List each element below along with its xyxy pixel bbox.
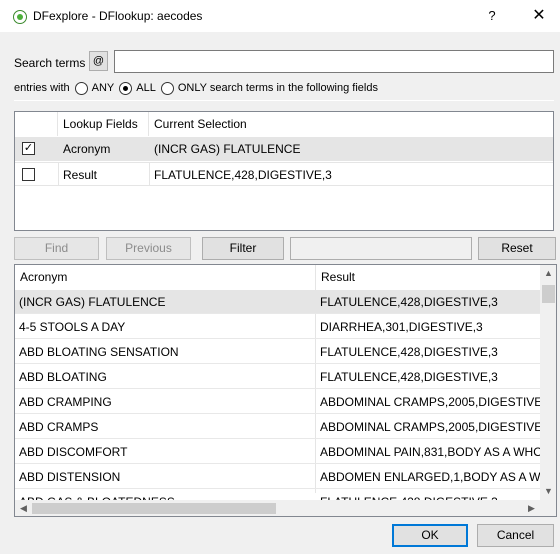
radio-all[interactable] xyxy=(119,81,133,95)
table-row[interactable]: ABD DISCOMFORT ABDOMINAL PAIN,831,BODY A… xyxy=(15,440,540,464)
scrollbar-corner xyxy=(540,500,556,516)
search-terms-label: Search terms xyxy=(14,56,86,70)
acronym-cell: (INCR GAS) FLATULENCE xyxy=(19,295,166,309)
horizontal-scrollbar[interactable]: ◀ ▶ xyxy=(15,500,540,516)
current-selection-column-header[interactable]: Current Selection xyxy=(149,112,349,136)
column-divider xyxy=(149,137,150,161)
table-row[interactable]: ABD CRAMPING ABDOMINAL CRAMPS,2005,DIGES… xyxy=(15,390,540,414)
acronym-cell: ABD BLOATING xyxy=(19,370,107,384)
ok-button[interactable]: OK xyxy=(392,524,468,547)
result-cell: FLATULENCE,428,DIGESTIVE,3 xyxy=(320,295,498,309)
result-cell: ABDOMEN ENLARGED,1,BODY AS A WHOLE,1 xyxy=(320,470,540,484)
acronym-cell: 4-5 STOOLS A DAY xyxy=(19,320,126,334)
checkbox-column-header xyxy=(15,112,58,136)
table-row[interactable]: ABD BLOATING SENSATION FLATULENCE,428,DI… xyxy=(15,340,540,364)
previous-button[interactable]: Previous xyxy=(106,237,191,260)
at-button[interactable]: @ xyxy=(89,51,108,71)
help-button[interactable]: ? xyxy=(480,5,504,27)
lookup-fields-header: Lookup Fields Current Selection xyxy=(15,112,553,136)
table-row[interactable]: (INCR GAS) FLATULENCE FLATULENCE,428,DIG… xyxy=(15,290,540,314)
reset-button[interactable]: Reset xyxy=(478,237,556,260)
table-row[interactable]: ABD BLOATING FLATULENCE,428,DIGESTIVE,3 xyxy=(15,365,540,389)
scroll-right-icon[interactable]: ▶ xyxy=(523,500,540,516)
vertical-scroll-thumb[interactable] xyxy=(542,285,555,303)
lookup-field-row[interactable]: ✓ Acronym (INCR GAS) FLATULENCE xyxy=(15,137,553,161)
result-cell: DIARRHEA,301,DIGESTIVE,3 xyxy=(320,320,483,334)
title-bar: DFexplore - DFlookup: aecodes ? ✕ xyxy=(0,0,560,32)
column-divider xyxy=(58,163,59,185)
radio-all-label: ALL xyxy=(136,82,156,94)
find-button[interactable]: Find xyxy=(14,237,99,260)
radio-any-label: ANY xyxy=(91,82,115,94)
scroll-left-icon[interactable]: ◀ xyxy=(15,500,32,516)
filter-button[interactable]: Filter xyxy=(202,237,284,260)
radio-only[interactable] xyxy=(160,81,174,95)
column-divider xyxy=(149,163,150,185)
table-row[interactable]: ABD DISTENSION ABDOMEN ENLARGED,1,BODY A… xyxy=(15,465,540,489)
acronym-column-header[interactable]: Acronym xyxy=(15,265,315,290)
lookup-field-name: Result xyxy=(63,168,98,182)
entries-prefix-label: entries with xyxy=(14,82,70,94)
field-checkbox-result[interactable] xyxy=(22,168,35,181)
field-checkbox-acronym[interactable]: ✓ xyxy=(22,142,35,155)
result-cell: FLATULENCE,428,DIGESTIVE,3 xyxy=(320,345,498,359)
divider xyxy=(14,100,554,101)
window-title: DFexplore - DFlookup: aecodes xyxy=(33,9,203,23)
lookup-fields-table: Lookup Fields Current Selection ✓ Acrony… xyxy=(14,111,554,231)
lookup-field-name: Acronym xyxy=(63,142,111,156)
entries-options: entries with ANY ALL ONLY search terms i… xyxy=(14,80,378,96)
radio-only-label: ONLY search terms in the following field… xyxy=(177,82,378,94)
result-cell: ABDOMINAL CRAMPS,2005,DIGESTIVE,3 xyxy=(320,420,540,434)
lookup-fields-column-header[interactable]: Lookup Fields xyxy=(58,112,149,136)
result-column-header[interactable]: Result xyxy=(316,265,540,290)
result-cell: FLATULENCE,428,DIGESTIVE,3 xyxy=(320,370,498,384)
acronym-cell: ABD BLOATING SENSATION xyxy=(19,345,179,359)
radio-any[interactable] xyxy=(74,81,88,95)
table-row[interactable]: ABD CRAMPS ABDOMINAL CRAMPS,2005,DIGESTI… xyxy=(15,415,540,439)
column-divider xyxy=(58,137,59,161)
lookup-field-row[interactable]: Result FLATULENCE,428,DIGESTIVE,3 xyxy=(15,162,553,186)
current-selection-value: FLATULENCE,428,DIGESTIVE,3 xyxy=(154,168,332,182)
search-input[interactable] xyxy=(114,50,554,73)
vertical-scrollbar[interactable]: ▲ ▼ xyxy=(540,265,556,500)
acronym-cell: ABD DISTENSION xyxy=(19,470,121,484)
app-icon xyxy=(13,10,27,24)
scroll-up-icon[interactable]: ▲ xyxy=(540,265,556,282)
acronym-cell: ABD CRAMPS xyxy=(19,420,99,434)
result-cell: ABDOMINAL PAIN,831,BODY AS A WHOLE,1 xyxy=(320,445,540,459)
table-row[interactable]: 4-5 STOOLS A DAY DIARRHEA,301,DIGESTIVE,… xyxy=(15,315,540,339)
results-table: Acronym Result (INCR GAS) FLATULENCE FLA… xyxy=(14,264,557,517)
close-button[interactable]: ✕ xyxy=(526,5,552,27)
acronym-cell: ABD CRAMPING xyxy=(19,395,112,409)
acronym-cell: ABD DISCOMFORT xyxy=(19,445,128,459)
horizontal-scroll-thumb[interactable] xyxy=(32,503,276,514)
result-cell: ABDOMINAL CRAMPS,2005,DIGESTIVE,3 xyxy=(320,395,540,409)
current-selection-value: (INCR GAS) FLATULENCE xyxy=(154,142,301,156)
scroll-down-icon[interactable]: ▼ xyxy=(540,483,556,500)
filter-text-field[interactable] xyxy=(290,237,472,260)
cancel-button[interactable]: Cancel xyxy=(477,524,554,547)
